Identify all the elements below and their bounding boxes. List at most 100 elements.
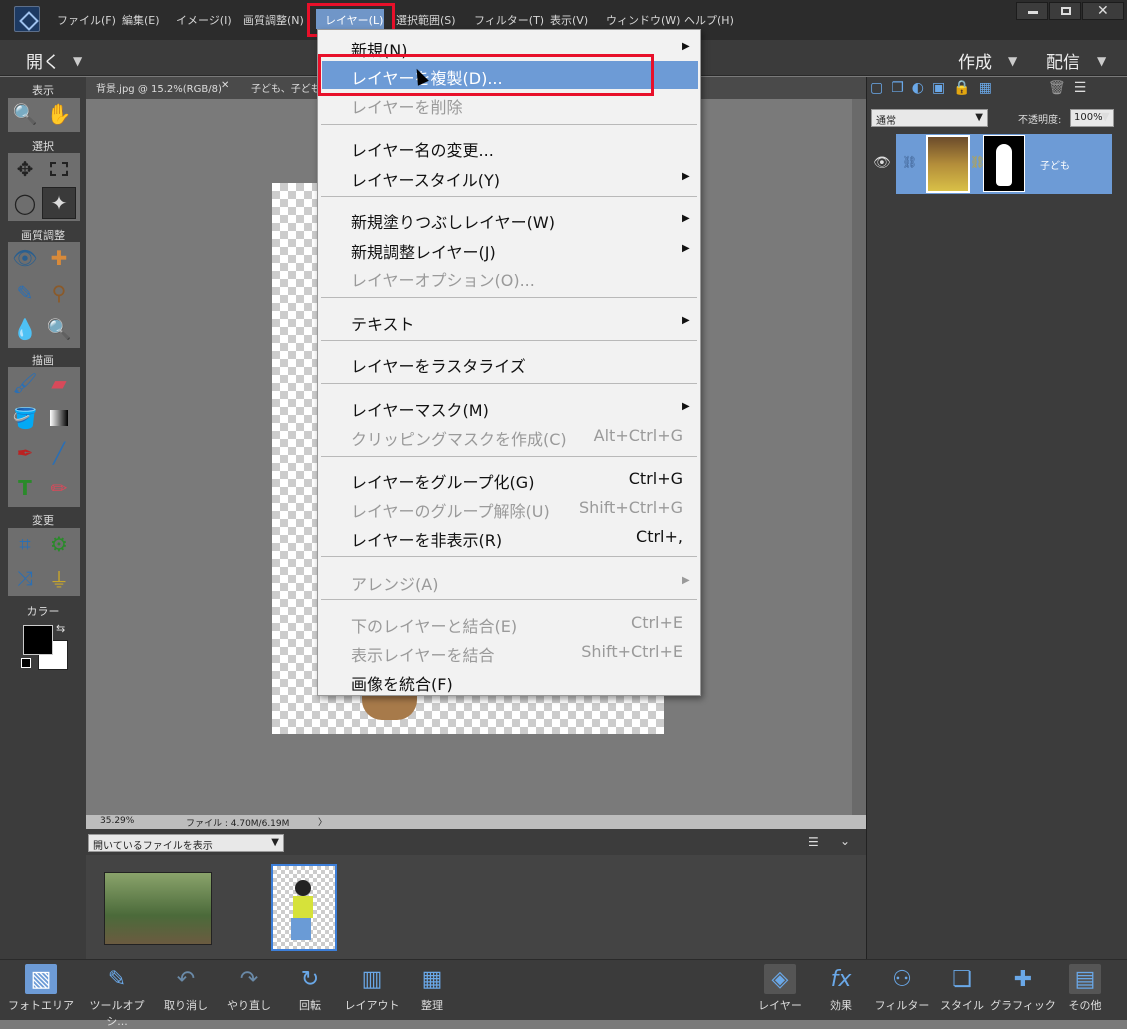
layer-mask-thumbnail[interactable] [983, 135, 1025, 192]
red-eye-tool-icon[interactable]: 👁 [8, 242, 42, 274]
more-button[interactable]: ▤ その他 [1050, 962, 1120, 1018]
menu-item[interactable]: レイヤースタイル(Y) [351, 167, 500, 191]
paint-bucket-icon[interactable]: 🪣 [8, 402, 42, 434]
share-caret-icon[interactable]: ▼ [1097, 54, 1106, 68]
rotate-button[interactable]: ↻ 回転 [275, 962, 345, 1018]
undo-button[interactable]: ↶ 取り消し [151, 962, 221, 1018]
menu-help[interactable]: ヘルプ(H) [684, 12, 734, 28]
layers-scrollbar[interactable] [1112, 194, 1126, 959]
menu-image[interactable]: イメージ(I) [176, 12, 232, 28]
recompose-tool-icon[interactable]: ⚙ [42, 528, 76, 560]
view-tools: 🔍 ✋ [8, 98, 80, 132]
line-tool-icon[interactable]: ╱ [42, 437, 76, 469]
open-caret-icon[interactable]: ▼ [73, 54, 82, 68]
menu-item[interactable]: 画像を統合(F) [351, 671, 453, 695]
graphics-button[interactable]: ✚ グラフィック [988, 962, 1058, 1018]
brush-tool-icon[interactable]: 🖌 [8, 367, 42, 399]
content-aware-move-icon[interactable]: ⤨ [8, 562, 42, 594]
menu-enhance[interactable]: 画質調整(N) [243, 12, 304, 28]
submenu-arrow-icon: ▶ [682, 213, 690, 224]
effects-button[interactable]: fx 効果 [806, 962, 876, 1018]
bin-collapse-icon[interactable]: ⌄ [840, 834, 850, 848]
new-group-icon[interactable]: ❐ [891, 80, 904, 102]
tool-options-button[interactable]: ✎ ツールオプシ... [81, 962, 153, 1029]
menu-file[interactable]: ファイル(F) [57, 12, 116, 28]
blur-tool-icon[interactable]: 💧 [8, 313, 42, 345]
bin-menu-icon[interactable]: ☰ [808, 835, 819, 849]
submenu-arrow-icon: ▶ [682, 575, 690, 586]
menu-separator [321, 196, 697, 197]
visibility-eye-icon[interactable]: 👁 [873, 155, 891, 171]
organize-icon: ▦ [421, 966, 443, 992]
panel-menu-icon[interactable]: ☰ [1074, 80, 1087, 102]
healing-brush-icon[interactable]: ✚ [42, 242, 76, 274]
clone-stamp-icon[interactable]: ⚲ [42, 277, 76, 309]
create-caret-icon[interactable]: ▼ [1008, 54, 1017, 68]
magic-wand-tool-icon[interactable]: ✦ [42, 187, 76, 219]
straighten-tool-icon[interactable]: ⏚ [42, 562, 76, 594]
type-tool-icon[interactable]: T [8, 472, 42, 504]
menu-item[interactable]: レイヤー名の変更... [351, 137, 494, 161]
photo-bin-button[interactable]: ▧ フォトエリア [6, 962, 76, 1018]
smart-brush-icon[interactable]: ✎ [8, 277, 42, 309]
menu-item[interactable]: 新規塗りつぶしレイヤー(W) [351, 209, 555, 233]
pencil-tool-icon[interactable]: ✏ [42, 472, 76, 504]
marquee-tool-icon[interactable] [42, 153, 76, 185]
move-tool-icon[interactable]: ✥ [8, 153, 42, 185]
layer-name[interactable]: 子ども [1040, 157, 1070, 172]
close-button[interactable]: ✕ [1082, 2, 1124, 20]
crop-tool-icon[interactable]: ⌗ [8, 528, 42, 560]
menu-item[interactable]: 新規調整レイヤー(J) [351, 239, 496, 263]
thumbnail-child[interactable] [271, 864, 337, 951]
adjustment-layer-icon[interactable]: ◐ [912, 80, 924, 102]
maximize-button[interactable] [1049, 2, 1081, 20]
layers-button[interactable]: ◈ レイヤー [745, 962, 815, 1018]
menu-filter[interactable]: フィルター(T) [474, 12, 544, 28]
opacity-dropdown-icon[interactable]: ▼ [1101, 110, 1109, 123]
menu-item[interactable]: レイヤーマスク(M) [351, 397, 489, 421]
menu-edit[interactable]: 編集(E) [122, 12, 160, 28]
status-bar: 35.29% ファイル : 4.70M/6.19M 〉 [86, 815, 866, 829]
swap-colors-icon[interactable]: ⇆ [56, 622, 65, 635]
styles-button[interactable]: ❏ スタイル [927, 962, 997, 1018]
redo-button[interactable]: ↷ やり直し [214, 962, 284, 1018]
mask-icon[interactable]: ▣ [932, 80, 945, 102]
link-icon[interactable]: ⛓ [902, 155, 917, 169]
zoom-tool-icon[interactable]: 🔍 [8, 98, 42, 130]
default-colors-icon[interactable] [21, 658, 31, 668]
app-logo-icon [14, 6, 40, 32]
canvas-scrollbar[interactable] [852, 99, 866, 815]
organize-button[interactable]: ▦ 整理 [397, 962, 467, 1018]
open-button[interactable]: 開く [26, 48, 60, 73]
minimize-button[interactable] [1016, 2, 1048, 20]
trash-icon[interactable]: 🗑 [1048, 80, 1066, 102]
lock-icon[interactable]: 🔒 [953, 80, 970, 102]
menu-item[interactable]: レイヤーを非表示(R) [351, 527, 502, 551]
menu-item[interactable]: レイヤーをラスタライズ [351, 353, 526, 377]
menu-separator [321, 556, 697, 557]
menu-item[interactable]: レイヤーをグループ化(G) [351, 469, 534, 493]
hand-tool-icon[interactable]: ✋ [42, 98, 76, 130]
layer-thumbnail[interactable] [926, 135, 970, 193]
status-arrow-icon[interactable]: 〉 [318, 815, 327, 828]
create-button[interactable]: 作成 [958, 48, 992, 73]
menu-item: 下のレイヤーと結合(E) [351, 617, 518, 636]
menu-item[interactable]: テキスト [351, 311, 415, 335]
thumbnail-giraffes[interactable] [104, 872, 212, 945]
menu-window[interactable]: ウィンドウ(W) [606, 12, 680, 28]
foreground-color-swatch[interactable] [23, 625, 53, 655]
lock-transparency-icon[interactable]: ▦ [979, 80, 992, 102]
blend-mode-select[interactable]: 通常 ▼ [871, 109, 988, 127]
share-button[interactable]: 配信 [1046, 48, 1080, 73]
eyedropper-icon[interactable]: ✒ [8, 437, 42, 469]
tab-background[interactable]: 背景.jpg @ 15.2%(RGB/8) [96, 80, 222, 98]
menu-select[interactable]: 選択範囲(S) [396, 12, 456, 28]
menu-view[interactable]: 表示(V) [550, 12, 588, 28]
eraser-tool-icon[interactable]: ▰ [42, 367, 76, 399]
bin-filter-select[interactable]: 開いているファイルを表示 ▼ [88, 834, 284, 852]
lasso-tool-icon[interactable]: ◯ [8, 187, 42, 219]
new-layer-icon[interactable]: ▢ [870, 80, 883, 102]
sponge-tool-icon[interactable]: 🔍 [42, 313, 76, 345]
gradient-tool-icon[interactable] [42, 402, 76, 434]
tab-close-icon[interactable]: ✕ [221, 80, 229, 98]
